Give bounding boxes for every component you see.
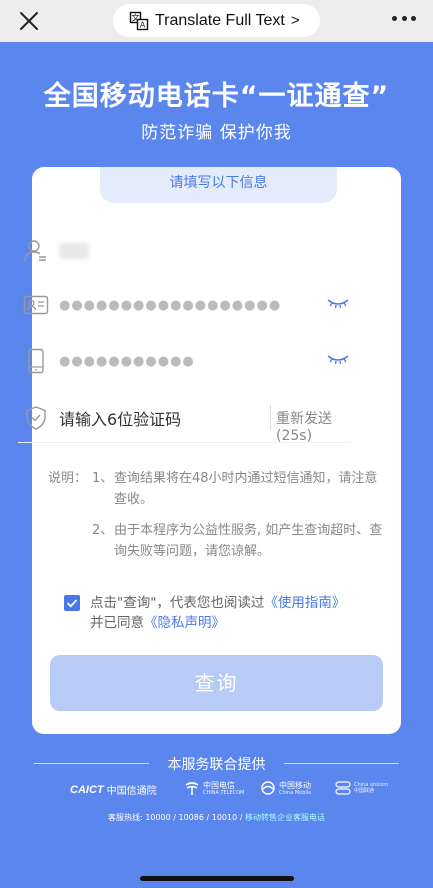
id-card-field[interactable]: ●●●●●●●●●●●●●●●●●● bbox=[18, 280, 351, 330]
section-header: 请填写以下信息 bbox=[100, 167, 337, 203]
caict-abbr: CAICT bbox=[70, 783, 104, 796]
note-number: 2、 bbox=[92, 523, 114, 538]
shield-icon bbox=[21, 403, 51, 433]
mobile-icon bbox=[261, 781, 275, 795]
provider-heading: 本服务联合提供 bbox=[0, 753, 433, 773]
note-text: 查询结果将在48小时内通过短信通知，请注意查收。 bbox=[114, 471, 378, 507]
name-field[interactable] bbox=[18, 226, 351, 276]
verification-code-input[interactable]: 请输入6位验证码 bbox=[59, 406, 181, 430]
china-telecom-logo: 中国电信 CHINA TELECOM bbox=[184, 780, 244, 796]
provider-label: 本服务联合提供 bbox=[167, 757, 266, 773]
partner-logos: CAICT 中国信通院 中国电信 CHINA TELECOM 中国移动 Chin… bbox=[0, 780, 433, 804]
page-subtitle: 防范诈骗 保护你我 bbox=[141, 123, 292, 143]
hotline: 客服热线: 10000 / 10086 / 10010 / 移动转售企业客服电话 bbox=[0, 812, 433, 823]
user-icon bbox=[21, 236, 51, 266]
china-unicom-logo: China unicom 中国联通 bbox=[334, 780, 388, 796]
mobile-name: 中国移动 bbox=[279, 780, 311, 790]
phone-icon bbox=[21, 346, 51, 376]
note-number: 1、 bbox=[92, 471, 114, 486]
notes-label: 说明： bbox=[48, 471, 88, 486]
divider bbox=[284, 763, 399, 764]
id-card-value: ●●●●●●●●●●●●●●●●●● bbox=[59, 297, 282, 313]
telecom-icon bbox=[185, 782, 199, 795]
agreement-text: 点击"查询"，代表您也阅读过 bbox=[90, 595, 265, 611]
note-text: 由于本程序为公益性服务, 如产生查询超时、查询失败等问题，请您谅解。 bbox=[114, 523, 383, 559]
page-title: 全国移动电话卡“一证通查” bbox=[43, 81, 390, 112]
browser-topbar: 文 A Translate Full Text > bbox=[0, 0, 433, 42]
phone-field[interactable]: ●●●●●●●●●●● bbox=[18, 336, 351, 386]
more-icon[interactable] bbox=[392, 16, 416, 24]
translate-label: Translate Full Text bbox=[155, 11, 285, 29]
usage-guide-link[interactable]: 《使用指南》 bbox=[264, 595, 345, 611]
checkmark-icon bbox=[66, 599, 78, 608]
caict-logo: CAICT 中国信通院 bbox=[70, 782, 157, 798]
mobile-en: China Mobile bbox=[279, 789, 312, 796]
telecom-en: CHINA TELECOM bbox=[203, 789, 245, 796]
agreement-line-1: 点击"查询"，代表您也阅读过《使用指南》 bbox=[90, 593, 345, 613]
phone-value: ●●●●●●●●●●● bbox=[59, 353, 195, 369]
translate-full-text-button[interactable]: 文 A Translate Full Text > bbox=[113, 4, 320, 37]
unicom-icon bbox=[335, 781, 351, 795]
svg-text:A: A bbox=[140, 20, 146, 29]
eye-closed-icon[interactable] bbox=[327, 297, 349, 309]
name-value-blurred bbox=[59, 243, 89, 259]
mvno-hotline-link[interactable]: 移动转售企业客服电话 bbox=[245, 813, 325, 822]
translate-icon: 文 A bbox=[129, 11, 149, 30]
close-icon[interactable] bbox=[18, 10, 40, 32]
home-indicator[interactable] bbox=[140, 876, 294, 881]
unicom-cn: 中国联通 bbox=[354, 788, 375, 794]
id-card-icon bbox=[21, 290, 51, 320]
telecom-name: 中国电信 bbox=[203, 780, 235, 790]
verification-code-field[interactable]: 请输入6位验证码 重新发送(25s) bbox=[18, 393, 351, 444]
chevron-right-icon: > bbox=[290, 12, 300, 29]
agreement-text: 并已同意 bbox=[90, 615, 144, 631]
divider bbox=[270, 405, 271, 431]
eye-closed-icon[interactable] bbox=[327, 353, 349, 365]
hotline-text: 客服热线: 10000 / 10086 / 10010 / bbox=[108, 813, 243, 822]
agreement-line-2: 并已同意《隐私声明》 bbox=[90, 613, 225, 633]
query-button[interactable]: 查询 bbox=[50, 655, 383, 711]
agreement-checkbox[interactable] bbox=[64, 595, 80, 611]
resend-code-button[interactable]: 重新发送(25s) bbox=[276, 408, 351, 444]
notes: 说明： 1、 查询结果将在48小时内通过短信通知，请注意查收。 2、 由于本程序… bbox=[48, 468, 388, 562]
privacy-statement-link[interactable]: 《隐私声明》 bbox=[144, 615, 225, 631]
china-mobile-logo: 中国移动 China Mobile bbox=[260, 780, 311, 796]
caict-name: 中国信通院 bbox=[106, 786, 157, 797]
